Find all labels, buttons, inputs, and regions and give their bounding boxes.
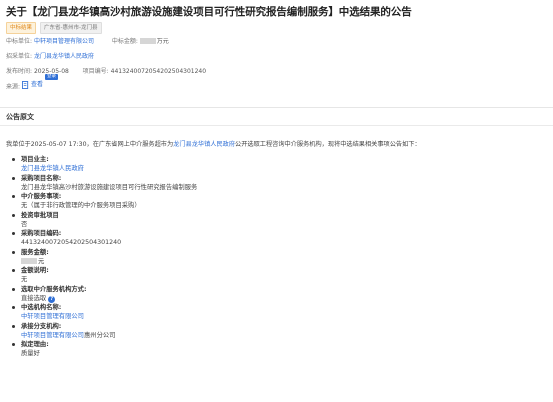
project-no-value: 4413240072054202504301240 <box>110 68 207 75</box>
field-suffix: 惠州分公司 <box>83 331 116 339</box>
field-label: 投资审批项目 <box>21 211 59 219</box>
field-value: 元 <box>21 257 540 267</box>
amount-label: 中标金额: <box>111 38 138 45</box>
field-link[interactable]: 龙门县龙华镇人民政府 <box>21 165 84 172</box>
field-text: 直接选取 <box>21 294 47 302</box>
field-label: 金额说明: <box>21 267 49 274</box>
field-label: 中介服务事项: <box>21 193 62 200</box>
field-label: 承接分支机构: <box>21 322 62 330</box>
field-value: 中轩项目管理有限公司 <box>21 312 540 322</box>
field-item: 项目业主: 龙门县龙华镇人民政府 <box>10 155 540 174</box>
field-item: 中介服务事项: 无（属于非行政管理的中介服务项目采购） <box>10 192 540 211</box>
section-title: 公告原文 <box>6 113 34 121</box>
field-item: 中选机构名称: 中轩项目管理有限公司 <box>10 303 540 322</box>
field-item: 拟定理由: 质量好 <box>10 340 540 359</box>
field-label: 选取中介服务机构方式: <box>21 285 87 293</box>
masked-amount <box>139 38 156 44</box>
source-view-text: 查看 <box>30 81 43 88</box>
field-item: 服务金额: 元 <box>10 248 540 267</box>
field-value: 4413240072054202504301240 <box>21 238 540 248</box>
intro-paragraph: 我单位于2025-05-07 17:30，在广东省网上中介服务超市为龙门县龙华镇… <box>6 139 421 148</box>
field-label: 中选机构名称: <box>21 304 62 311</box>
field-value: 直接选取? <box>21 294 540 304</box>
date-label: 发布时间: <box>6 68 33 75</box>
field-text: 龙门县龙华镇高沙村旅游设施建设项目可行性研究报告编制服务 <box>21 183 198 191</box>
section-divider <box>0 125 553 126</box>
intro-owner-link[interactable]: 龙门县龙华镇人民政府 <box>173 141 235 148</box>
field-value: 龙门县龙华镇高沙村旅游设施建设项目可行性研究报告编制服务 <box>21 183 540 193</box>
winner-link[interactable]: 中轩项目管理有限公司 <box>34 38 94 45</box>
masked-amount <box>21 257 37 264</box>
field-text: 无 <box>21 276 28 283</box>
page-title: 关于【龙门县龙华镇高沙村旅游设施建设项目可行性研究报告编制服务】中选结果的公告 <box>6 6 412 18</box>
source-view-link[interactable]: 查看 <box>21 80 43 89</box>
project-no-label: 项目编号: <box>82 68 109 75</box>
field-item: 投资审批项目否 <box>10 211 540 230</box>
field-label: 拟定理由: <box>21 341 49 348</box>
field-list: 项目业主: 龙门县龙华镇人民政府 采购项目名称: 龙门县龙华镇高沙村旅游设施建设项目可… <box>10 155 540 359</box>
field-item: 承接分支机构: 中轩项目管理有限公司惠州分公司 <box>10 322 540 341</box>
tag-row: 中标结果 广东省-惠州市-龙门县 <box>6 22 102 34</box>
meta-row-tenderer: 招采单位: 龙门县龙华镇人民政府 <box>6 52 94 61</box>
login-badge: 登录 <box>45 74 58 80</box>
meta-row-winner: 中标单位: 中轩项目管理有限公司 中标金额: 万元 <box>6 37 169 46</box>
field-label: 采购项目名称: <box>21 174 62 182</box>
field-text: 否 <box>21 220 28 228</box>
field-item: 采购项目编码: 4413240072054202504301240 <box>10 229 540 248</box>
field-label: 采购项目编码: <box>21 230 62 237</box>
meta-row-date: 发布时间: 2025-05-08 项目编号: 44132400720542025… <box>6 67 206 76</box>
field-value: 中轩项目管理有限公司惠州分公司 <box>21 331 540 341</box>
field-label: 项目业主: <box>21 156 49 163</box>
divider <box>0 107 553 108</box>
field-value: 质量好 <box>21 349 540 359</box>
field-text: 元 <box>38 257 45 265</box>
tenderer-link[interactable]: 龙门县龙华镇人民政府 <box>34 53 94 60</box>
field-value: 否 <box>21 220 540 230</box>
field-value: 无 <box>21 275 540 285</box>
field-value: 无（属于非行政管理的中介服务项目采购） <box>21 201 540 211</box>
status-badge: 中标结果 <box>6 22 37 34</box>
field-item: 金额说明: 无 <box>10 266 540 285</box>
source-label: 来源: <box>6 83 21 91</box>
help-icon[interactable]: ? <box>48 295 56 303</box>
field-link[interactable]: 中轩项目管理有限公司 <box>21 332 84 339</box>
tenderer-label: 招采单位: <box>6 53 33 60</box>
field-item: 采购项目名称: 龙门县龙华镇高沙村旅游设施建设项目可行性研究报告编制服务 <box>10 174 540 193</box>
intro-suffix: 公开选取工程咨询中介服务机构，现将中选结果相关事项公告如下： <box>235 141 421 148</box>
field-text: 无（属于非行政管理的中介服务项目采购） <box>21 202 141 209</box>
region-badge: 广东省-惠州市-龙门县 <box>40 22 102 34</box>
field-label: 服务金额: <box>21 248 49 256</box>
field-link[interactable]: 中轩项目管理有限公司 <box>21 313 84 320</box>
field-text: 4413240072054202504301240 <box>21 239 122 246</box>
intro-prefix: 我单位于2025-05-07 17:30，在广东省网上中介服务超市为 <box>6 141 174 148</box>
field-item: 选取中介服务机构方式: 直接选取? <box>10 285 540 304</box>
field-value: 龙门县龙华镇人民政府 <box>21 164 540 174</box>
document-icon <box>21 80 29 89</box>
field-text: 质量好 <box>21 350 40 357</box>
winner-label: 中标单位: <box>6 38 33 45</box>
meta-row-source: 来源: 查看 <box>6 80 43 92</box>
amount-unit: 万元 <box>156 38 169 45</box>
